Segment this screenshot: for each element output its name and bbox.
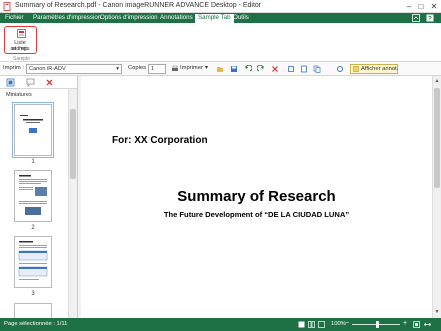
scroll-up-icon[interactable]: ▲ [433, 77, 441, 85]
open-icon[interactable] [216, 65, 224, 73]
document-scrollbar[interactable]: ▲ ▼ [432, 76, 441, 318]
page-1-preview [20, 115, 43, 133]
ribbon-collapse-icon[interactable] [412, 14, 420, 22]
app-icon [3, 2, 11, 11]
document-scrollbar-thumb[interactable] [434, 88, 440, 188]
thumbnail-page-number: 3 [31, 291, 35, 297]
side-panel-icons [0, 76, 80, 89]
thumbnail-page-number: 1 [31, 159, 35, 165]
page-icon[interactable] [300, 65, 308, 73]
help-icon[interactable]: ? [426, 14, 434, 22]
two-page-view-icon[interactable] [308, 321, 315, 328]
printer-icon[interactable] [171, 65, 179, 73]
menu-fichier[interactable]: Fichier [2, 13, 27, 23]
page-2-preview [19, 175, 47, 215]
show-annotations-label: Afficher annot. [361, 66, 399, 72]
menu-print-options[interactable]: Options d'impression [97, 13, 161, 23]
thumbnail-page-number: 2 [31, 225, 35, 231]
document-for-line: For: XX Corporation [112, 135, 208, 146]
menu-annotations[interactable]: Annotations [157, 13, 196, 23]
fit-page-icon[interactable] [413, 321, 420, 328]
minimize-button[interactable]: – [403, 1, 415, 12]
save-icon[interactable] [230, 65, 238, 73]
thumbnail-scrollbar-thumb[interactable] [70, 109, 76, 179]
delete-icon[interactable] [271, 65, 279, 73]
settings-icon[interactable] [336, 65, 344, 73]
page-3-preview [18, 241, 48, 280]
zoom-out-icon[interactable]: − [345, 320, 352, 327]
document-view[interactable]: For: XX Corporation Summary of Research … [81, 76, 432, 318]
thumbnail-page-3[interactable] [14, 236, 52, 288]
fit-width-icon[interactable] [424, 321, 431, 328]
single-page-view-icon[interactable] [298, 321, 305, 328]
comments-icon[interactable] [26, 78, 35, 87]
thumbnail-page-1[interactable] [12, 102, 54, 158]
continuous-view-icon[interactable] [318, 321, 325, 328]
ribbon: Liste cachets et img. Sample [0, 23, 441, 62]
maximize-button[interactable]: □ [415, 1, 427, 12]
window-title: Summary of Research.pdf - Canon imageRUN… [15, 2, 262, 9]
copies-label: Copies : [128, 65, 150, 71]
stamp-icon[interactable] [45, 78, 54, 87]
printer-label: Imprim : [3, 65, 24, 71]
menu-sample-tab[interactable]: Sample Tab [194, 13, 235, 23]
thumbnail-panel: Miniatures 1 2 3 [0, 89, 70, 318]
scroll-down-icon[interactable]: ▼ [433, 308, 441, 316]
print-dropdown-icon[interactable]: ▾ [205, 65, 208, 71]
printer-value: Canon iR-ADV [29, 66, 66, 72]
copies-value: 1 [151, 66, 155, 72]
print-button[interactable]: Imprimer [180, 65, 203, 71]
thumbnail-page-2[interactable] [14, 170, 52, 222]
rotate-icon[interactable] [287, 65, 295, 73]
menu-bar: Fichier Paramètres d'impression Options … [0, 13, 441, 23]
annotation-icon [353, 66, 359, 72]
stamp-list-icon [17, 29, 26, 38]
show-annotations-button[interactable]: Afficher annot. [350, 64, 398, 74]
document-subtitle: The Future Development of “DE LA CIUDAD … [163, 210, 350, 219]
undo-icon[interactable] [244, 65, 252, 73]
zoom-level: 100% [331, 321, 346, 327]
svg-text:?: ? [428, 17, 432, 23]
thumbnail-page-4[interactable] [14, 303, 52, 318]
redo-icon[interactable] [257, 65, 265, 73]
thumbnail-scrollbar[interactable] [68, 89, 77, 318]
zoom-in-icon[interactable]: + [403, 320, 410, 327]
document-title: Summary of Research [177, 188, 336, 205]
thumbnail-panel-title: Miniatures [6, 92, 32, 98]
menu-outils[interactable]: Outils [230, 13, 252, 23]
printer-select[interactable]: Canon iR-ADV ▾ [26, 64, 122, 74]
stamp-image-list-button[interactable]: Liste cachets et img. [4, 26, 37, 54]
copies-input[interactable]: 1 [148, 64, 166, 74]
stamp-button-label-2: et img. [11, 46, 29, 52]
page-status-text: Page sélectionnée : 1/11 [4, 321, 68, 327]
close-button[interactable]: ✕ [428, 1, 440, 12]
thumbnails-icon[interactable] [6, 78, 15, 87]
chevron-down-icon: ▾ [116, 66, 119, 72]
pages-icon[interactable] [313, 65, 321, 73]
zoom-slider-knob[interactable] [376, 321, 379, 328]
toolbar: Imprim : Canon iR-ADV ▾ Copies : 1 Impri… [0, 62, 441, 76]
menu-print-settings[interactable]: Paramètres d'impression [30, 13, 104, 23]
title-bar: Summary of Research.pdf - Canon imageRUN… [0, 0, 441, 13]
status-bar: Page sélectionnée : 1/11 100% − + [0, 318, 441, 331]
